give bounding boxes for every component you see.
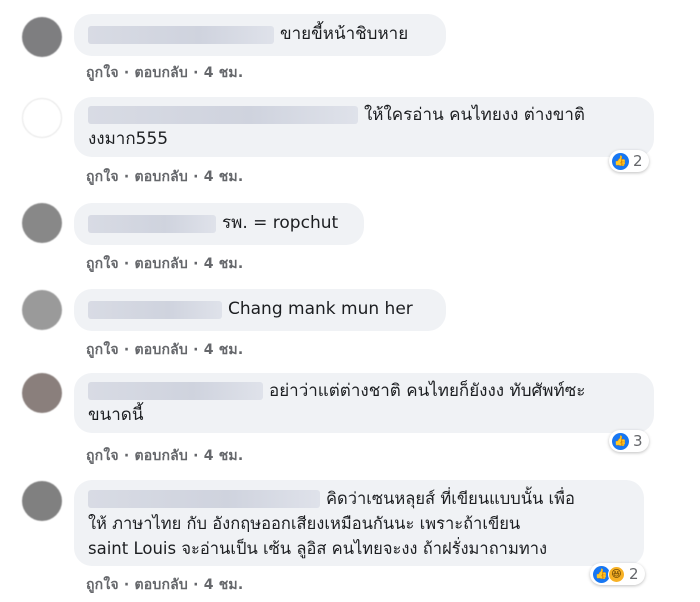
separator: ·: [123, 65, 130, 81]
timestamp[interactable]: 4 ชม.: [204, 169, 244, 185]
reply-link[interactable]: ตอบกลับ: [134, 448, 188, 464]
avatar[interactable]: [22, 98, 62, 138]
reaction-count[interactable]: 👍 😆 2: [590, 563, 645, 585]
timestamp[interactable]: 4 ชม.: [204, 256, 244, 272]
reaction-count[interactable]: 👍 2: [609, 150, 649, 172]
comment-bubble: ให้ใครอ่าน คนไทยงง ต่างขาติ งงมาก555: [74, 97, 654, 157]
comment-actions: ถูกใจ · ตอบกลับ · 4 ชม.: [86, 445, 243, 467]
avatar[interactable]: [22, 373, 62, 413]
timestamp[interactable]: 4 ชม.: [204, 448, 244, 464]
comment-actions: ถูกใจ · ตอบกลับ · 4 ชม.: [86, 574, 243, 596]
like-link[interactable]: ถูกใจ: [86, 577, 119, 593]
comment-text-line: คิดว่าเซนหลุยส์ ที่เขียนแบบนั้น เพื่อ: [326, 489, 575, 508]
comment-text-line: ให้ใครอ่าน คนไทยงง ต่างขาติ: [364, 105, 585, 125]
comment-text-line: งงมาก555: [88, 129, 169, 149]
author-name[interactable]: [88, 382, 263, 400]
comment-text: รพ. = ropchut: [222, 213, 339, 233]
avatar[interactable]: [22, 290, 62, 330]
like-link[interactable]: ถูกใจ: [86, 169, 119, 185]
comment-bubble: รพ. = ropchut: [74, 203, 364, 245]
thumbs-up-icon: 👍: [612, 152, 629, 170]
avatar[interactable]: [22, 481, 62, 521]
thumbs-up-icon: 👍: [612, 432, 629, 450]
separator: ·: [193, 256, 199, 272]
author-name[interactable]: [88, 489, 320, 508]
comment-actions: ถูกใจ · ตอบกลับ · 4 ชม.: [86, 166, 243, 188]
author-name[interactable]: [88, 25, 274, 44]
separator: ·: [193, 169, 199, 185]
timestamp[interactable]: 4 ชม.: [204, 577, 244, 593]
comment-text-line: ขนาดนี้: [88, 405, 144, 425]
separator: ·: [123, 448, 130, 464]
comment-actions: ถูกใจ · ตอบกลับ · 4 ชม.: [86, 253, 243, 275]
reply-link[interactable]: ตอบกลับ: [134, 342, 188, 358]
timestamp[interactable]: 4 ชม.: [204, 65, 244, 81]
author-name[interactable]: [88, 214, 216, 233]
comment-actions: ถูกใจ · ตอบกลับ · 4 ชม.: [86, 62, 243, 84]
separator: ·: [193, 342, 199, 358]
like-link[interactable]: ถูกใจ: [86, 65, 119, 81]
author-name[interactable]: [88, 106, 358, 124]
avatar[interactable]: [22, 203, 62, 243]
reaction-number: 2: [629, 565, 639, 583]
separator: ·: [123, 342, 130, 358]
comment-bubble: อย่าว่าแต่ต่างชาติ คนไทยก็ยังงง ทับศัพท์…: [74, 373, 654, 433]
reply-link[interactable]: ตอบกลับ: [134, 169, 188, 185]
comment-bubble: คิดว่าเซนหลุยส์ ที่เขียนแบบนั้น เพื่อ ให…: [74, 480, 644, 566]
comment-text-line: อย่าว่าแต่ต่างชาติ คนไทยก็ยังงง ทับศัพท์…: [269, 381, 586, 401]
comment-bubble: Chang mank mun her: [74, 289, 446, 331]
comment-actions: ถูกใจ · ตอบกลับ · 4 ชม.: [86, 339, 243, 361]
separator: ·: [193, 577, 199, 593]
timestamp[interactable]: 4 ชม.: [204, 342, 244, 358]
like-link[interactable]: ถูกใจ: [86, 256, 119, 272]
avatar[interactable]: [22, 17, 62, 57]
separator: ·: [193, 65, 199, 81]
comment-bubble: ขายขี้หน้าชิบหาย: [74, 14, 446, 56]
reply-link[interactable]: ตอบกลับ: [134, 65, 188, 81]
author-name[interactable]: [88, 300, 222, 319]
comment-text-line: ให้ ภาษาไทย กับ อังกฤษออกเสียงเหมือนกันน…: [88, 514, 521, 533]
reaction-number: 3: [633, 432, 643, 450]
comment-text: ขายขี้หน้าชิบหาย: [280, 24, 409, 44]
separator: ·: [193, 448, 199, 464]
reaction-count[interactable]: 👍 3: [609, 430, 649, 452]
reply-link[interactable]: ตอบกลับ: [134, 577, 188, 593]
reaction-number: 2: [633, 152, 643, 170]
comment-text: Chang mank mun her: [228, 299, 413, 319]
like-link[interactable]: ถูกใจ: [86, 342, 119, 358]
separator: ·: [123, 256, 130, 272]
like-link[interactable]: ถูกใจ: [86, 448, 119, 464]
separator: ·: [123, 577, 130, 593]
comment-text-line: saint Louis จะอ่านเป็น เซ้น ลูอิส คนไทยจ…: [88, 539, 548, 558]
separator: ·: [123, 169, 130, 185]
reply-link[interactable]: ตอบกลับ: [134, 256, 188, 272]
haha-icon: 😆: [608, 565, 625, 583]
